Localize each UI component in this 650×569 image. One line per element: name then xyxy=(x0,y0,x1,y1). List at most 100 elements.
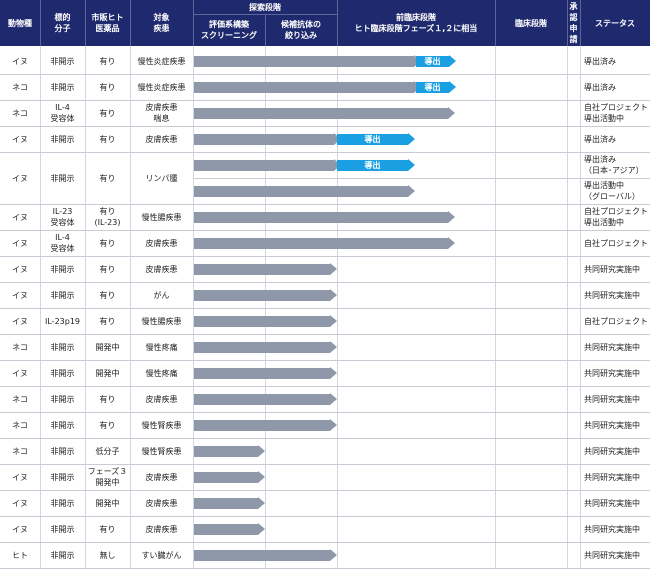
table-row: イヌ 非開示 有り がん 共同研究実施中 xyxy=(0,282,650,308)
progress-bar xyxy=(194,80,421,93)
header-divider xyxy=(40,0,41,46)
cell-disease: 慢性腸疾患 xyxy=(141,316,182,326)
progress-bar xyxy=(194,106,455,119)
header-divider xyxy=(580,0,581,46)
status-text: 共同研究実施中 xyxy=(584,550,640,560)
status-text: 自社プロジェクト xyxy=(584,316,648,326)
header-narrowing: 候補抗体の 絞り込み xyxy=(281,20,321,40)
table-row: イヌ 非開示 有り 皮膚疾患 共同研究実施中 xyxy=(0,516,650,542)
cell-target: 非開示 xyxy=(50,342,75,352)
status-text: 共同研究実施中 xyxy=(584,498,640,508)
cell-species: イヌ xyxy=(12,134,28,144)
cell-target: 非開示 xyxy=(50,420,75,430)
cell-target: IL-4 受容体 xyxy=(50,233,75,253)
table-row: イヌ 非開示 フェーズ３ 開発中 皮膚疾患 共同研究実施中 xyxy=(0,464,650,490)
cell-disease: 慢性疼痛 xyxy=(145,368,178,378)
cell-species: イヌ xyxy=(12,212,28,222)
cell-species: イヌ xyxy=(12,264,28,274)
cell-marketed: 有り xyxy=(99,134,116,144)
table-row: イヌ 非開示 有り 慢性炎症疾患 導出 導出済み xyxy=(0,48,650,74)
cell-disease: 慢性疼痛 xyxy=(145,342,178,352)
progress-bar xyxy=(194,548,337,561)
progress-bar xyxy=(194,366,337,379)
table-row: イヌ 非開示 開発中 皮膚疾患 共同研究実施中 xyxy=(0,490,650,516)
cell-disease: 皮膚疾患 xyxy=(145,394,178,404)
status-text: 共同研究実施中 xyxy=(584,290,640,300)
table-row: ヒト 非開示 無し すい臓がん 共同研究実施中 xyxy=(0,542,650,568)
progress-bar xyxy=(194,262,337,275)
header-divider xyxy=(193,14,337,15)
cell-disease: すい臓がん xyxy=(141,550,182,560)
header-divider xyxy=(85,0,86,46)
cell-target: 非開示 xyxy=(50,290,75,300)
status-text: 自社プロジェクト 導出活動中 xyxy=(584,207,648,227)
cell-target: 非開示 xyxy=(50,446,75,456)
cell-marketed: 有り xyxy=(99,524,116,534)
cell-marketed: 無し xyxy=(99,550,116,560)
header-divider xyxy=(337,0,338,46)
status-text: 共同研究実施中 xyxy=(584,472,640,482)
cell-target: 非開示 xyxy=(50,368,75,378)
progress-bar xyxy=(194,158,341,171)
status-text: 共同研究実施中 xyxy=(584,524,640,534)
cell-target: 非開示 xyxy=(50,394,75,404)
table-row: ネコ 非開示 有り 皮膚疾患 共同研究実施中 xyxy=(0,386,650,412)
cell-target: 非開示 xyxy=(50,550,75,560)
header-preclinical: 前臨床段階 ヒト臨床段階フェーズ１,２に相当 xyxy=(354,13,478,33)
status-text: 共同研究実施中 xyxy=(584,368,640,378)
header-divider xyxy=(567,0,568,46)
cell-marketed: 有り xyxy=(99,238,116,248)
outlicensed-badge: 導出 xyxy=(337,132,415,145)
header-screening: 評価系構築 スクリーニング xyxy=(201,20,257,40)
cell-marketed: 有り (IL-23) xyxy=(94,207,121,227)
progress-bar xyxy=(194,522,265,535)
cell-target: IL-4 受容体 xyxy=(50,103,75,123)
table-row: ネコ IL-4 受容体 有り 皮膚疾患 喘息 自社プロジェクト 導出活動中 xyxy=(0,100,650,126)
cell-target: 非開示 xyxy=(50,82,75,92)
cell-disease: 慢性腸疾患 xyxy=(141,212,182,222)
status-text: 共同研究実施中 xyxy=(584,420,640,430)
cell-marketed: 有り xyxy=(99,56,116,66)
cell-species: イヌ xyxy=(12,472,28,482)
cell-species: ヒト xyxy=(12,550,28,560)
progress-bar xyxy=(194,392,337,405)
cell-marketed: フェーズ３ 開発中 xyxy=(87,467,128,487)
cell-species: イヌ xyxy=(12,498,28,508)
sub-row-divider xyxy=(193,178,650,179)
table-row: ネコ 非開示 有り 慢性炎症疾患 導出 導出済み xyxy=(0,74,650,100)
header-divider xyxy=(265,14,266,46)
progress-bar xyxy=(194,340,337,353)
cell-target: IL-23 受容体 xyxy=(50,207,75,227)
header-divider xyxy=(495,0,496,46)
outlicensed-badge: 導出 xyxy=(416,80,456,93)
cell-disease: 皮膚疾患 喘息 xyxy=(145,103,178,123)
cell-species: イヌ xyxy=(12,524,28,534)
cell-marketed: 有り xyxy=(99,173,116,183)
cell-species: イヌ xyxy=(12,56,28,66)
table-row: イヌ 非開示 開発中 慢性疼痛 共同研究実施中 xyxy=(0,360,650,386)
cell-species: イヌ xyxy=(12,290,28,300)
cell-disease: 慢性腎疾患 xyxy=(141,420,182,430)
header-approval: 承 認 申 請 xyxy=(569,2,578,44)
cell-disease: 皮膚疾患 xyxy=(145,472,178,482)
cell-species: ネコ xyxy=(12,82,28,92)
header-species: 動物種 xyxy=(8,18,32,28)
cell-species: ネコ xyxy=(12,446,28,456)
status-text: 導出活動中 （グローバル） xyxy=(584,181,640,201)
cell-species: イヌ xyxy=(12,238,28,248)
progress-bar xyxy=(194,54,421,67)
cell-marketed: 開発中 xyxy=(95,368,120,378)
cell-species: イヌ xyxy=(12,368,28,378)
cell-target: 非開示 xyxy=(50,524,75,534)
status-text: 自社プロジェクト xyxy=(584,238,648,248)
header-divider xyxy=(130,0,131,46)
cell-species: ネコ xyxy=(12,394,28,404)
cell-target: 非開示 xyxy=(50,264,75,274)
cell-marketed: 開発中 xyxy=(95,498,120,508)
cell-target: 非開示 xyxy=(50,472,75,482)
cell-marketed: 有り xyxy=(99,82,116,92)
header-target: 標的 分子 xyxy=(54,13,71,33)
cell-disease: がん xyxy=(153,290,170,300)
progress-bar xyxy=(194,444,265,457)
cell-marketed: 有り xyxy=(99,108,116,118)
